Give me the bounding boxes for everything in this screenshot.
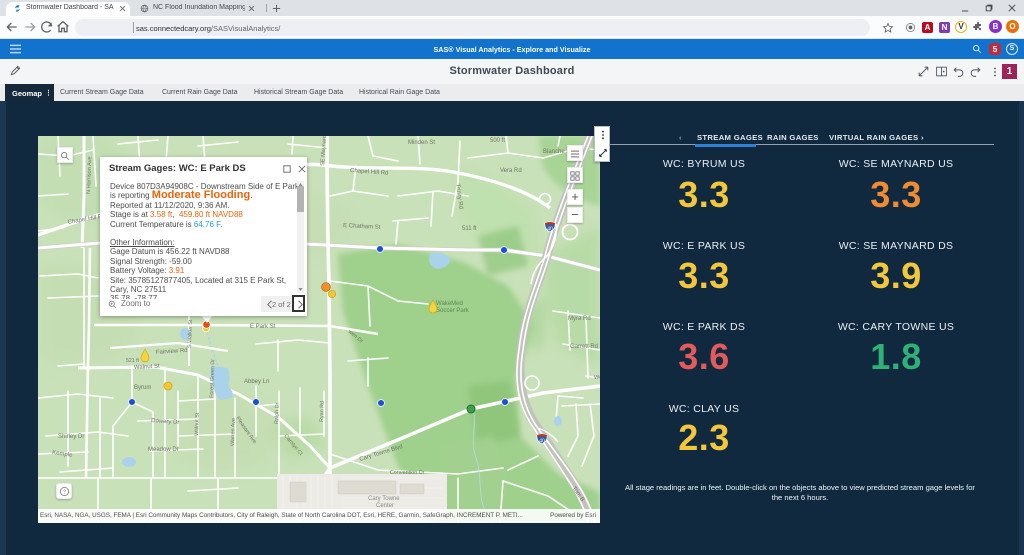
svg-text:40: 40: [547, 226, 553, 232]
svg-text:Walnut St: Walnut St: [194, 412, 201, 436]
svg-text:Myra Rd: Myra Rd: [568, 316, 591, 322]
svg-text:Convention Dr: Convention Dr: [390, 470, 425, 476]
svg-text:?: ?: [63, 489, 66, 495]
svg-text:Meadow Dr: Meadow Dr: [148, 447, 179, 453]
svg-text:Weste: Weste: [594, 375, 600, 381]
svg-text:Ryan Rd: Ryan Rd: [319, 401, 326, 422]
svg-text:Minden St: Minden St: [408, 140, 435, 146]
svg-text:521 ft: 521 ft: [126, 358, 140, 364]
svg-text:Cary Towne: Cary Towne: [368, 496, 400, 502]
svg-text:E Park St: E Park St: [250, 324, 276, 330]
svg-text:Soccer Park: Soccer Park: [436, 308, 470, 314]
svg-text:Warren Ave: Warren Ave: [230, 418, 237, 446]
svg-text:Ralph Dr: Ralph Dr: [274, 402, 281, 424]
svg-text:WakeMed: WakeMed: [436, 301, 463, 307]
svg-text:Byrum: Byrum: [134, 385, 151, 391]
svg-text:511 ft: 511 ft: [462, 226, 477, 232]
svg-text:Garrett Rd: Garrett Rd: [570, 344, 598, 350]
svg-text:Vera Rd: Vera Rd: [500, 168, 522, 174]
svg-text:S Walker St: S Walker St: [187, 319, 194, 348]
svg-text:500 ft: 500 ft: [490, 138, 505, 144]
svg-text:Abbey Ln: Abbey Ln: [244, 379, 269, 385]
svg-text:Shirley Dr: Shirley Dr: [58, 434, 84, 440]
svg-text:40: 40: [539, 438, 545, 444]
